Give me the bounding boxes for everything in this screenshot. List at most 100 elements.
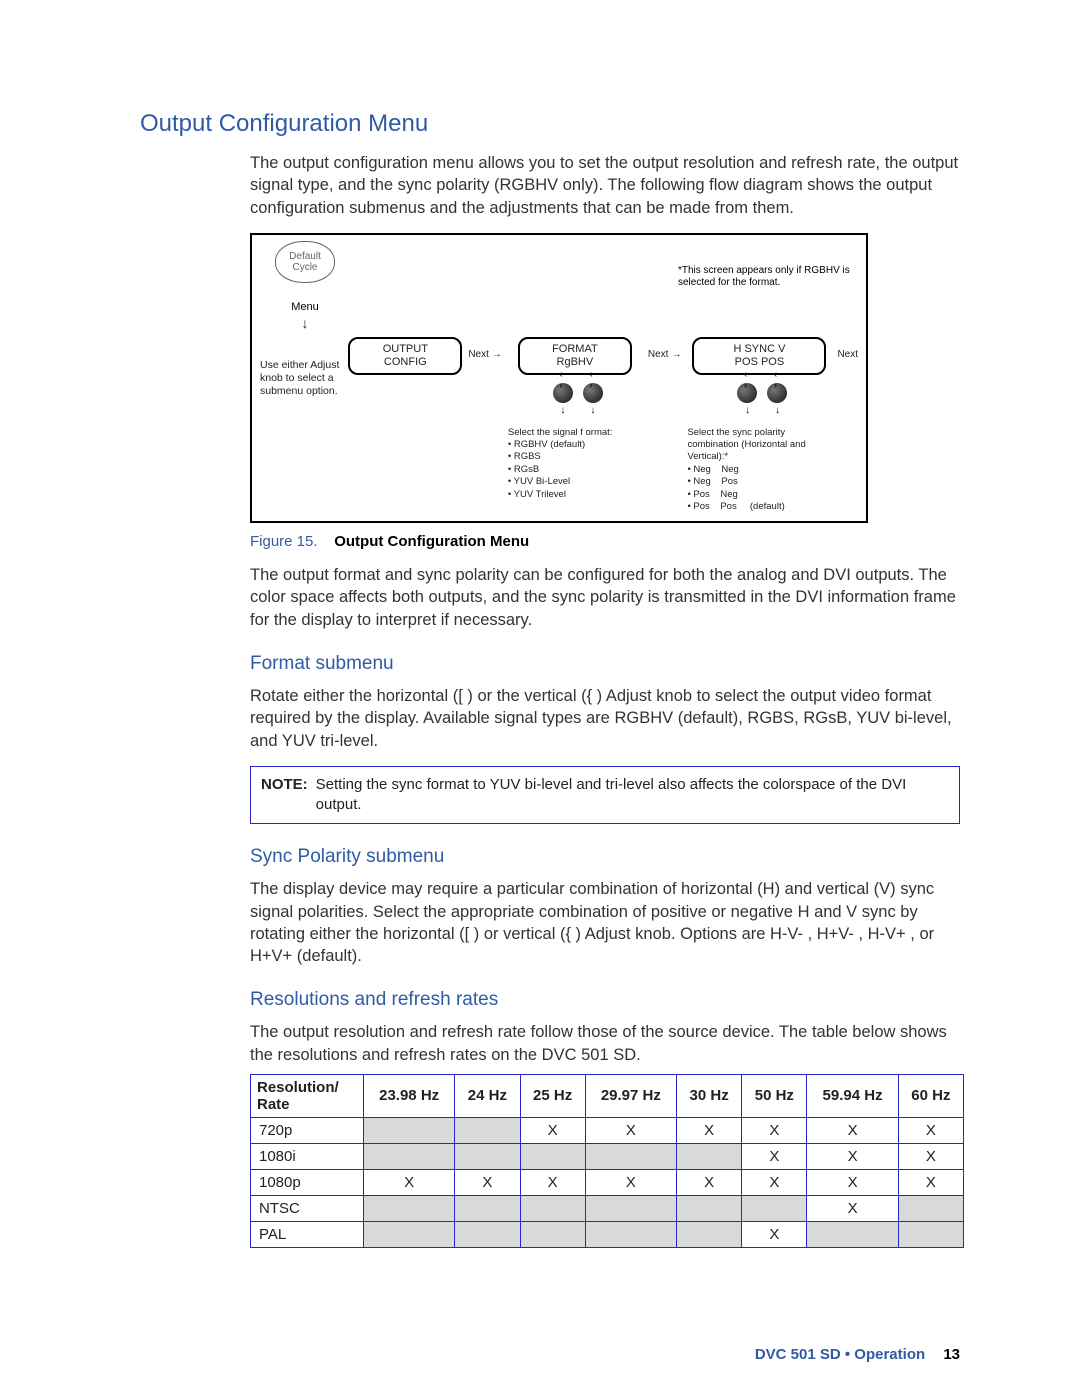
table-row: 1080pXXXXXXXX bbox=[251, 1169, 964, 1195]
table-cell: X bbox=[677, 1169, 742, 1195]
sync-polarity-heading: Sync Polarity submenu bbox=[140, 846, 960, 868]
figure-number: Figure 15. bbox=[250, 533, 318, 550]
table-cell bbox=[364, 1143, 455, 1169]
table-cell bbox=[742, 1195, 807, 1221]
adjust-knob-note: Use either Adjust knob to select a subme… bbox=[260, 337, 344, 398]
table-col-header: 24 Hz bbox=[455, 1074, 520, 1117]
table-cell: X bbox=[807, 1195, 898, 1221]
table-col-header: 23.98 Hz bbox=[364, 1074, 455, 1117]
table-row: PAL X bbox=[251, 1221, 964, 1247]
table-col-header: 60 Hz bbox=[898, 1074, 963, 1117]
table-cell bbox=[898, 1195, 963, 1221]
table-row: 1080iXXX bbox=[251, 1143, 964, 1169]
table-cell bbox=[455, 1221, 520, 1247]
table-cell: X bbox=[742, 1117, 807, 1143]
resolution-rate-table: Resolution/ Rate 23.98 Hz 24 Hz 25 Hz 29… bbox=[250, 1074, 964, 1248]
knob-icon bbox=[737, 383, 757, 403]
table-cell bbox=[520, 1221, 585, 1247]
table-head-rowlabel: Resolution/ Rate bbox=[251, 1074, 364, 1117]
table-col-header: 59.94 Hz bbox=[807, 1074, 898, 1117]
knob-icon bbox=[767, 383, 787, 403]
figure-caption: Figure 15. Output Configuration Menu bbox=[140, 533, 960, 550]
table-row-name: 1080i bbox=[251, 1143, 364, 1169]
page-footer: DVC 501 SD • Operation 13 bbox=[755, 1346, 960, 1363]
table-row-name: 1080p bbox=[251, 1169, 364, 1195]
table-row-name: PAL bbox=[251, 1221, 364, 1247]
table-cell bbox=[364, 1117, 455, 1143]
screen-sync-polarity: H SYNC V POS POS bbox=[692, 337, 826, 375]
table-cell: X bbox=[520, 1169, 585, 1195]
screen-format: FORMAT RgBHV bbox=[518, 337, 632, 375]
resolutions-paragraph: The output resolution and refresh rate f… bbox=[140, 1021, 960, 1066]
next-label-2: Next bbox=[648, 349, 682, 360]
table-cell: X bbox=[898, 1169, 963, 1195]
table-cell bbox=[455, 1143, 520, 1169]
screen-sync-line1: H SYNC V bbox=[733, 343, 785, 356]
screen-output-config-line1: OUTPUT bbox=[383, 343, 428, 356]
table-row-name: 720p bbox=[251, 1117, 364, 1143]
table-col-header: 29.97 Hz bbox=[585, 1074, 676, 1117]
arrow-down-icon bbox=[302, 315, 309, 331]
diagram-top-note: *This screen appears only if RGBHV is se… bbox=[678, 265, 858, 290]
table-cell bbox=[520, 1195, 585, 1221]
after-figure-paragraph: The output format and sync polarity can … bbox=[140, 564, 960, 631]
format-options-lines: • RGBHV (default) • RGBS • RGsB • YUV Bi… bbox=[508, 439, 648, 501]
note-tag: NOTE: bbox=[261, 775, 308, 816]
table-cell: X bbox=[677, 1117, 742, 1143]
table-cell bbox=[585, 1143, 676, 1169]
screen-output-config: OUTPUT CONFIG bbox=[348, 337, 462, 375]
table-cell bbox=[898, 1221, 963, 1247]
table-row: 720pXXXXXX bbox=[251, 1117, 964, 1143]
table-cell bbox=[807, 1221, 898, 1247]
table-cell bbox=[677, 1195, 742, 1221]
figure-title: Output Configuration Menu bbox=[334, 533, 529, 550]
default-cycle-line1: Default bbox=[289, 251, 321, 262]
table-cell: X bbox=[898, 1117, 963, 1143]
table-cell bbox=[455, 1195, 520, 1221]
next-label-3: Next bbox=[837, 349, 858, 360]
footer-doc-title: DVC 501 SD • Operation bbox=[755, 1346, 925, 1363]
sync-polarity-paragraph: The display device may require a particu… bbox=[140, 878, 960, 967]
resolutions-heading: Resolutions and refresh rates bbox=[140, 989, 960, 1011]
default-cycle-line2: Cycle bbox=[292, 262, 317, 273]
table-cell: X bbox=[585, 1117, 676, 1143]
sync-options-title: Select the sync polarity combination (Ho… bbox=[687, 427, 805, 463]
table-cell: X bbox=[807, 1117, 898, 1143]
menu-label: Menu bbox=[291, 301, 319, 313]
sync-options-lines: • Neg Neg • Neg Pos • Pos Neg • Pos Pos … bbox=[687, 464, 837, 513]
table-cell bbox=[677, 1221, 742, 1247]
format-submenu-heading: Format submenu bbox=[140, 653, 960, 675]
table-cell: X bbox=[520, 1117, 585, 1143]
table-cell: X bbox=[807, 1169, 898, 1195]
table-cell bbox=[455, 1117, 520, 1143]
format-submenu-paragraph: Rotate either the horizontal ([ ) or the… bbox=[140, 685, 960, 752]
table-cell bbox=[364, 1195, 455, 1221]
table-cell bbox=[585, 1195, 676, 1221]
sync-options-list: Select the sync polarity combination (Ho… bbox=[687, 427, 837, 513]
table-col-header: 30 Hz bbox=[677, 1074, 742, 1117]
table-col-header: 50 Hz bbox=[742, 1074, 807, 1117]
main-heading: Output Configuration Menu bbox=[140, 110, 960, 138]
table-cell: X bbox=[742, 1143, 807, 1169]
intro-paragraph: The output configuration menu allows you… bbox=[140, 152, 960, 219]
output-config-diagram: Default Cycle Menu *This screen appears … bbox=[250, 233, 960, 523]
table-cell bbox=[585, 1221, 676, 1247]
knob-icon bbox=[583, 383, 603, 403]
table-cell: X bbox=[807, 1143, 898, 1169]
default-cycle-node: Default Cycle bbox=[275, 241, 335, 283]
table-header-row: Resolution/ Rate 23.98 Hz 24 Hz 25 Hz 29… bbox=[251, 1074, 964, 1117]
page: Output Configuration Menu The output con… bbox=[0, 0, 1080, 1397]
screen-output-config-line2: CONFIG bbox=[384, 356, 427, 369]
table-cell bbox=[677, 1143, 742, 1169]
knob-icon bbox=[553, 383, 573, 403]
format-options-list: Select the signal f ormat: • RGBHV (defa… bbox=[508, 427, 648, 501]
table-cell: X bbox=[742, 1169, 807, 1195]
flow-diagram-frame: Default Cycle Menu *This screen appears … bbox=[250, 233, 868, 523]
table-cell: X bbox=[364, 1169, 455, 1195]
table-cell: X bbox=[898, 1143, 963, 1169]
table-col-header: 25 Hz bbox=[520, 1074, 585, 1117]
table-cell: X bbox=[585, 1169, 676, 1195]
table-cell: X bbox=[742, 1221, 807, 1247]
footer-page-number: 13 bbox=[943, 1346, 960, 1363]
format-options-title: Select the signal f ormat: bbox=[508, 427, 613, 438]
